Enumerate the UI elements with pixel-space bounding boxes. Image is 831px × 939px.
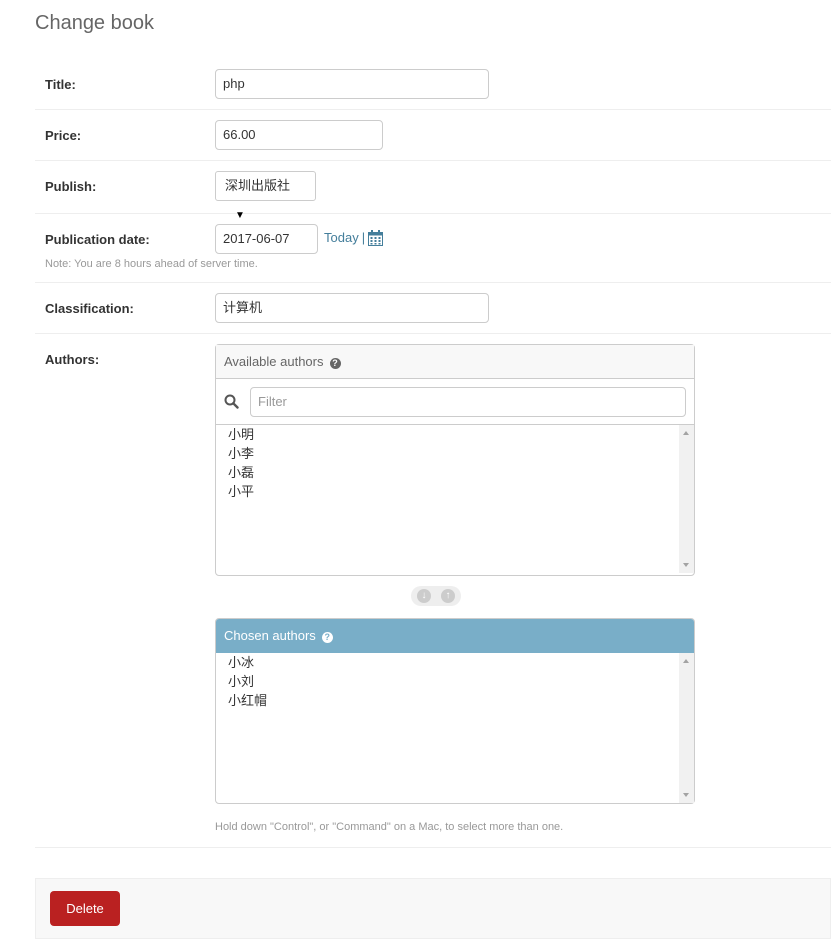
list-item[interactable]: 小平 [216, 482, 694, 501]
form-row-publication-date: Publication date: 2017-06-07 Today | Note… [35, 214, 831, 283]
chosen-authors-title: Chosen authors [224, 628, 316, 643]
list-item[interactable]: 小明 [216, 425, 694, 444]
timezone-note: Note: You are 8 hours ahead of server ti… [45, 258, 258, 270]
filter-bar: Filter [216, 379, 694, 425]
available-authors-list[interactable]: 小明 小李 小磊 小平 [216, 425, 694, 573]
chosen-authors-header: Chosen authors? [216, 619, 694, 653]
filter-input[interactable]: Filter [250, 387, 686, 417]
list-item[interactable]: 小磊 [216, 463, 694, 482]
list-item[interactable]: 小冰 [216, 653, 694, 672]
form-row-classification: Classification: 计算机 [35, 283, 831, 334]
arrow-up-circle-icon[interactable]: ↑ [441, 589, 455, 603]
today-link-wrap: Today | [324, 230, 365, 245]
scrollbar[interactable] [679, 653, 694, 803]
available-authors-box: Available authors? Filter 小明 小李 小磊 小平 [215, 344, 695, 576]
available-authors-header: Available authors? [216, 345, 694, 379]
question-circle-icon[interactable]: ? [321, 632, 333, 643]
classification-input[interactable]: 计算机 [215, 293, 489, 323]
publish-select[interactable]: 深圳出版社▼ [215, 171, 316, 221]
form-row-price: Price: 66.00 [35, 110, 831, 161]
selector-movers: ↓ ↑ [411, 586, 461, 606]
today-link[interactable]: Today [324, 230, 359, 245]
available-authors-title: Available authors [224, 354, 324, 369]
list-item[interactable]: 小刘 [216, 672, 694, 691]
price-input[interactable]: 66.00 [215, 120, 383, 150]
authors-help-text: Hold down "Control", or "Command" on a M… [215, 821, 564, 833]
list-item[interactable]: 小李 [216, 444, 694, 463]
chosen-authors-list[interactable]: 小冰 小刘 小红帽 [216, 653, 694, 803]
classification-label: Classification: [45, 301, 134, 316]
search-icon [224, 394, 239, 414]
price-label: Price: [45, 128, 82, 143]
chosen-authors-box: Chosen authors? 小冰 小刘 小红帽 [215, 618, 695, 804]
publication-date-input[interactable]: 2017-06-07 [215, 224, 318, 254]
form-row-title: Title: php [35, 59, 831, 110]
scrollbar[interactable] [679, 425, 694, 573]
delete-button[interactable]: Delete [50, 891, 120, 926]
question-circle-icon[interactable]: ? [329, 358, 341, 369]
calendar-icon[interactable] [368, 230, 383, 251]
submit-row: Delete [35, 878, 831, 939]
publish-selected-value: 深圳出版社 [225, 178, 291, 193]
separator: | [361, 230, 366, 245]
title-input[interactable]: php [215, 69, 489, 99]
form-row-authors: Authors: Available authors? Filter 小明 小李… [35, 334, 831, 848]
page-title: Change book [35, 12, 154, 34]
title-label: Title: [45, 77, 76, 92]
publication-date-label: Publication date: [45, 232, 150, 247]
list-item[interactable]: 小红帽 [216, 691, 694, 710]
form-row-publish: Publish: 深圳出版社▼ [35, 161, 831, 221]
arrow-down-circle-icon[interactable]: ↓ [417, 589, 431, 603]
publish-label: Publish: [45, 179, 97, 194]
authors-label: Authors: [45, 352, 100, 367]
